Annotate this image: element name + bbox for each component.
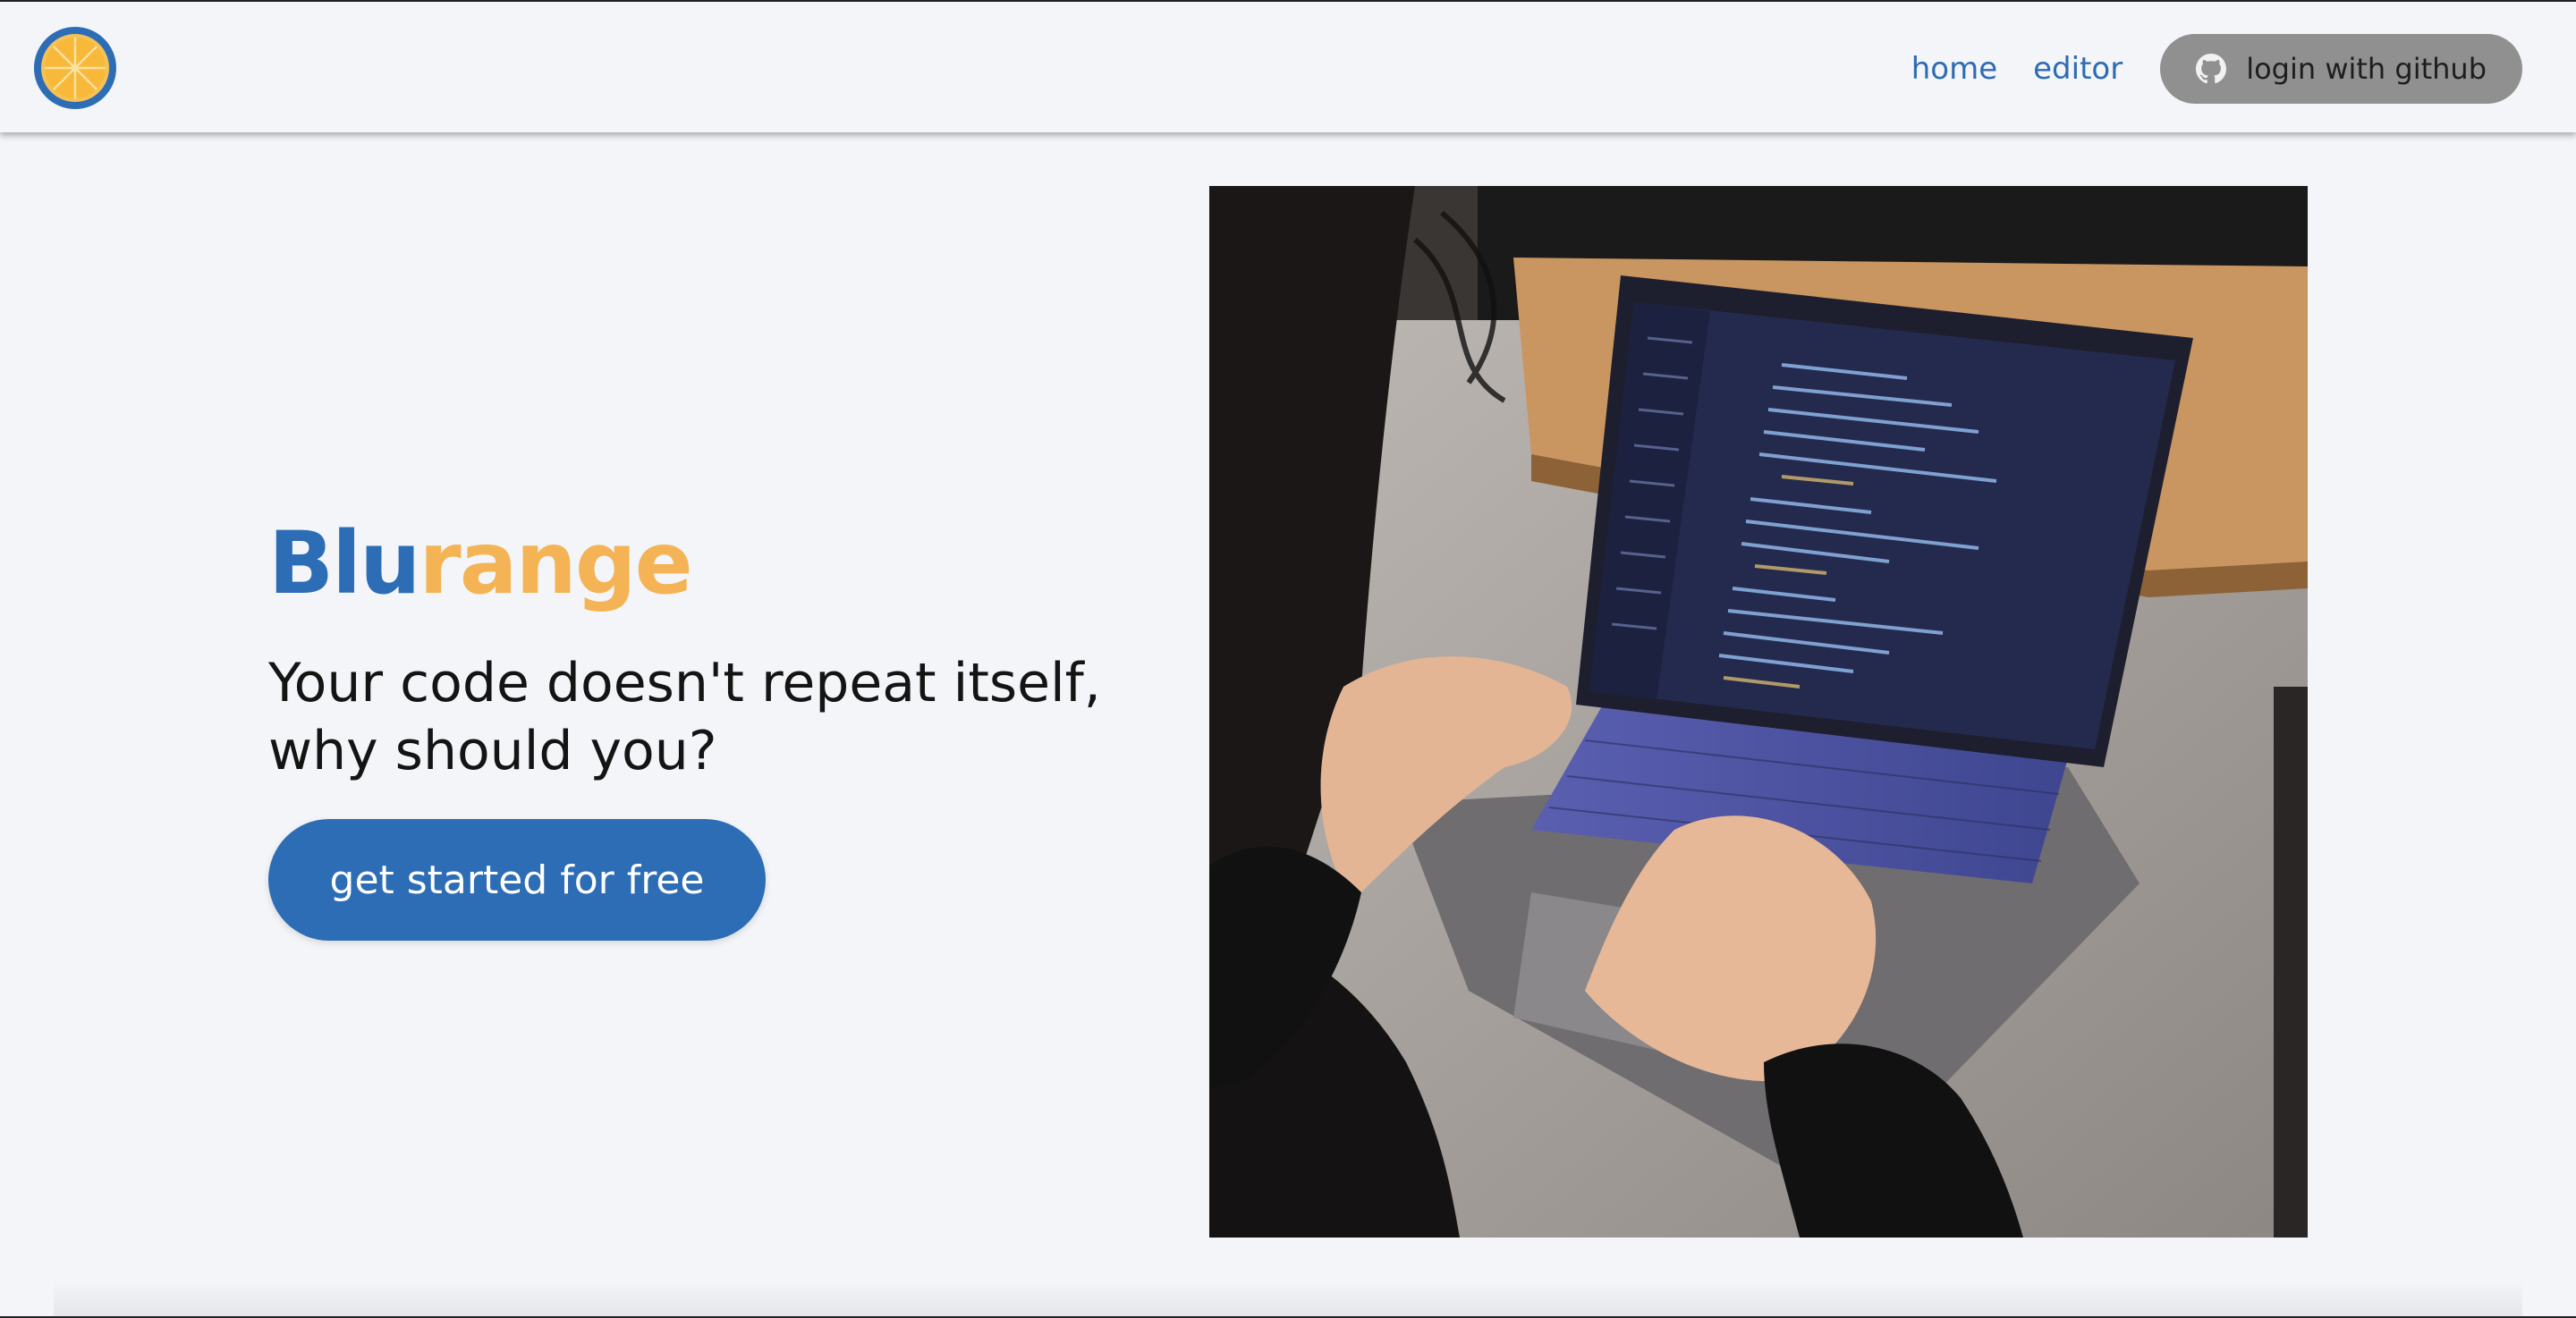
nav-editor-link[interactable]: editor: [2033, 51, 2123, 87]
hero-text-block: Blurange Your code doesn't repeat itself…: [268, 520, 1127, 785]
hero-tagline: Your code doesn't repeat itself, why sho…: [268, 649, 1145, 785]
footer-shadow: [54, 1280, 2522, 1316]
top-navbar: home editor login with github: [0, 2, 2576, 132]
main-nav: home editor login with github: [1911, 34, 2522, 104]
tagline-line-1: Your code doesn't repeat itself,: [268, 652, 1101, 714]
hero-photo-laptop-coding: [1209, 186, 2308, 1238]
brand-title: Blurange: [268, 520, 1127, 606]
brand-title-range: range: [419, 513, 692, 613]
login-with-github-button[interactable]: login with github: [2160, 34, 2522, 104]
page: home editor login with github Blurange Y…: [0, 0, 2576, 1318]
login-button-label: login with github: [2246, 52, 2487, 86]
brand-title-blu: Blu: [268, 513, 420, 613]
github-icon: [2196, 54, 2227, 84]
nav-home-link[interactable]: home: [1911, 51, 1997, 87]
orange-slice-logo-icon[interactable]: [34, 27, 116, 109]
tagline-line-2: why should you?: [268, 720, 717, 782]
get-started-button[interactable]: get started for free: [268, 819, 766, 941]
